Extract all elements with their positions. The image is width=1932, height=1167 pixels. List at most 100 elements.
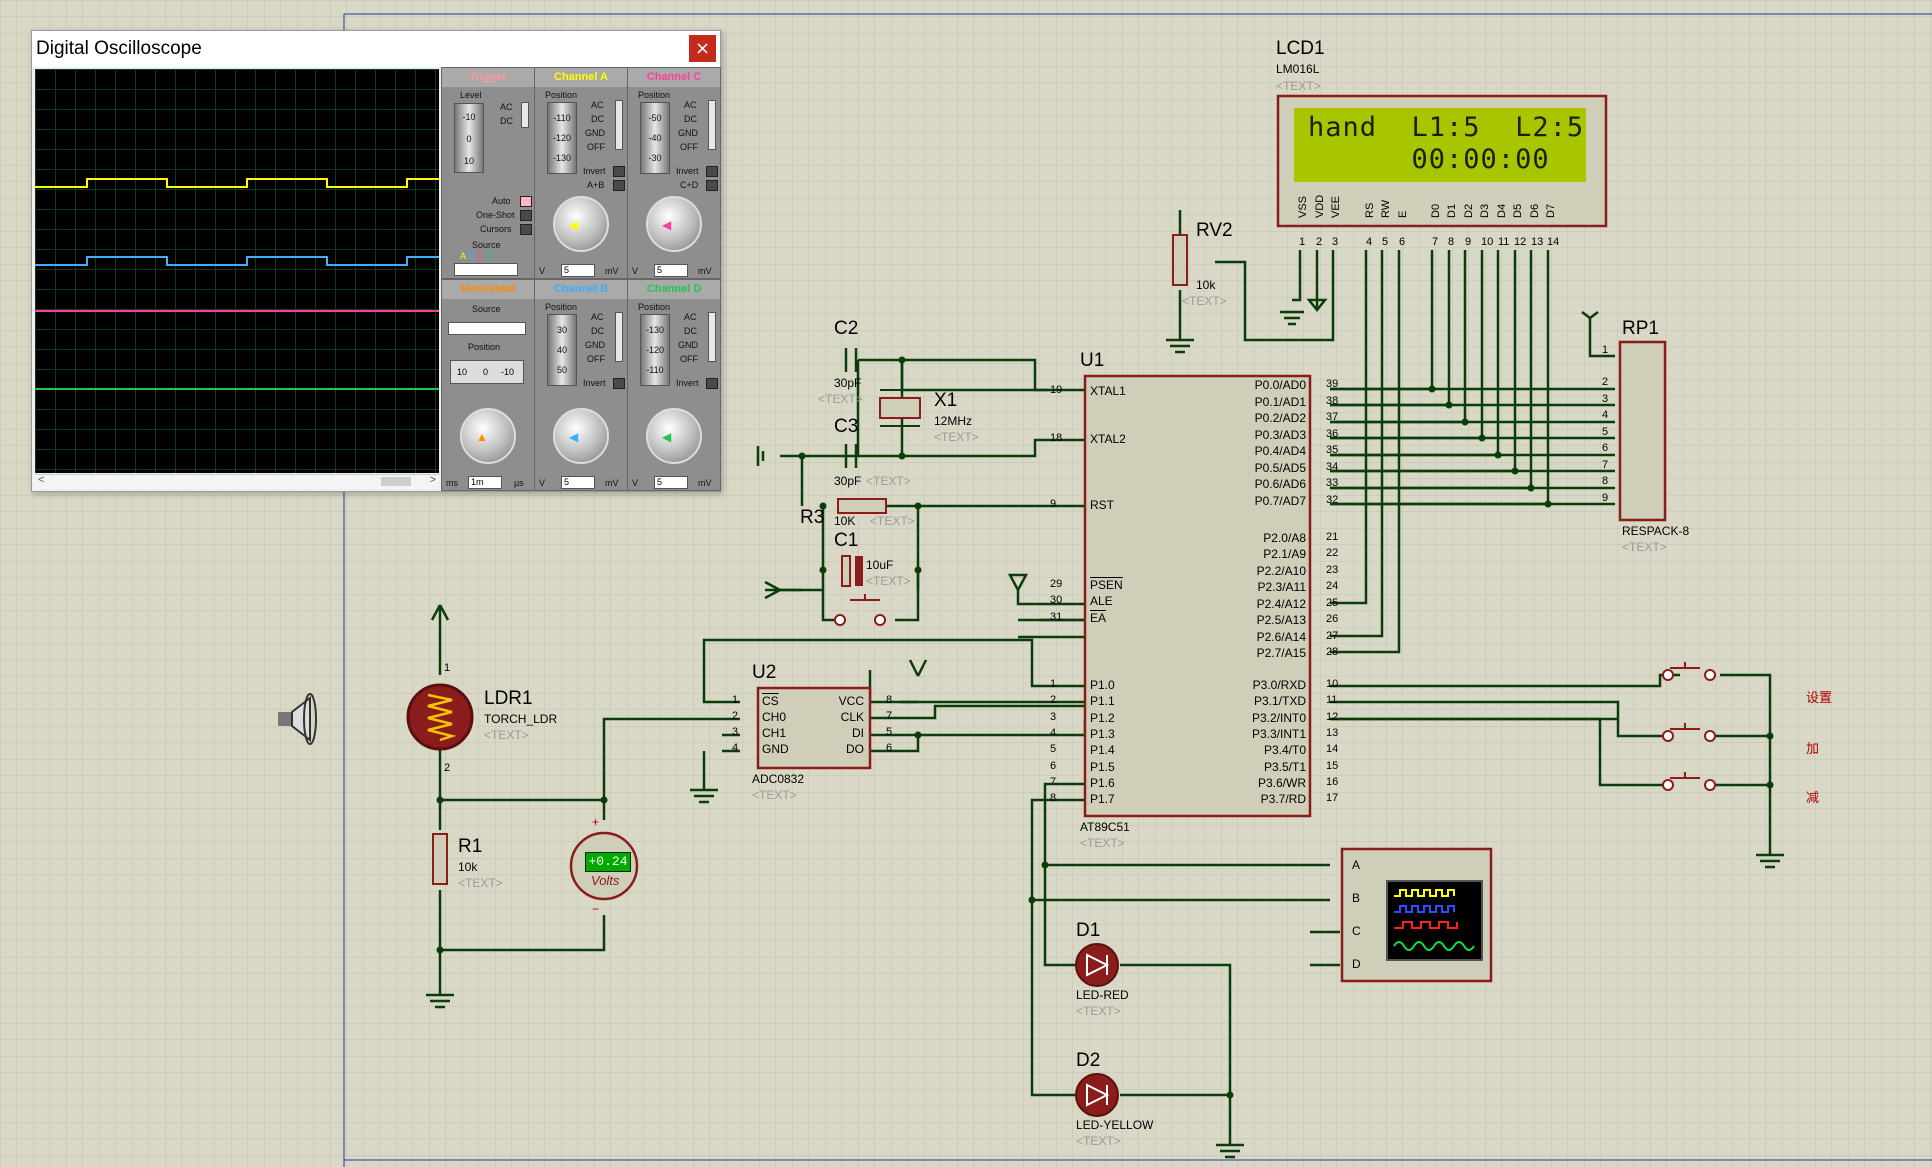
scope-input-label: B: [1352, 891, 1361, 905]
u1-part: AT89C51: [1080, 820, 1130, 834]
channel-a-coupling-switch[interactable]: [615, 100, 623, 150]
oscilloscope-window[interactable]: Digital Oscilloscope × < > Trigger Level…: [31, 30, 721, 492]
u1-pin-name: ALE: [1090, 594, 1113, 608]
u1-pin-number: 17: [1326, 792, 1339, 804]
rp1-part: RESPACK-8: [1622, 524, 1690, 538]
channel-c-gnd[interactable]: GND: [678, 128, 698, 138]
trigger-auto[interactable]: Auto: [492, 196, 511, 206]
channel-b-ac[interactable]: AC: [591, 312, 604, 322]
channel-d-invert-button[interactable]: [706, 378, 718, 389]
trigger-ac[interactable]: AC: [500, 102, 513, 112]
u2-pin-number: 1: [732, 694, 739, 706]
scroll-left-icon[interactable]: <: [38, 474, 44, 486]
channel-c-combo-button[interactable]: [706, 180, 718, 191]
trigger-source-slider[interactable]: [454, 263, 518, 276]
channel-a-off[interactable]: OFF: [587, 142, 605, 152]
u1-pin-number: 37: [1326, 411, 1339, 423]
channel-c-combo-label: C+D: [680, 180, 699, 190]
channel-c-position-slider[interactable]: -50 -40 -30: [640, 102, 670, 174]
u2-pin-number: 6: [886, 742, 893, 754]
channel-a-position-slider[interactable]: -110 -120 -130: [547, 102, 577, 174]
trigger-one-shot[interactable]: One-Shot: [476, 210, 515, 220]
u1-pin-name: P3.4/T0: [1263, 743, 1306, 757]
d1-part: LED-RED: [1076, 988, 1129, 1002]
channel-d-gnd[interactable]: GND: [678, 340, 698, 350]
oscilloscope-titlebar[interactable]: Digital Oscilloscope ×: [32, 31, 720, 67]
horizontal-position-slider[interactable]: 10 0 -10: [450, 360, 524, 384]
scroll-right-icon[interactable]: >: [430, 474, 436, 486]
channel-b-invert-button[interactable]: [613, 378, 625, 389]
channel-a-gain-knob[interactable]: ◀: [553, 196, 609, 252]
channel-a-invert-button[interactable]: [613, 166, 625, 177]
horizontal-source-slider[interactable]: [448, 322, 526, 335]
channel-d-value[interactable]: 5: [654, 476, 688, 489]
rp1-pin-number: 4: [1602, 409, 1609, 421]
u1-pin-number: 31: [1050, 611, 1063, 623]
trigger-level-slider[interactable]: -10 0 10: [454, 103, 484, 173]
one-shot-button[interactable]: [520, 210, 532, 221]
screen-scrollbar[interactable]: < >: [35, 474, 439, 489]
channel-d-position-slider[interactable]: -130 -120 -110: [640, 314, 670, 386]
scrollbar-thumb[interactable]: [381, 477, 411, 486]
channel-c-position-label: Position: [638, 90, 671, 100]
channel-a-ac[interactable]: AC: [591, 100, 604, 110]
channel-a-value[interactable]: 5: [561, 264, 595, 277]
trigger-level-label: Level: [460, 90, 482, 100]
channel-b-off[interactable]: OFF: [587, 354, 605, 364]
u1-pin-name: P3.2/INT0: [1251, 711, 1306, 725]
lcd-pin-name: RS: [1364, 202, 1376, 218]
u1-pin-name: P0.3/AD3: [1254, 428, 1306, 442]
channel-a-combo-button[interactable]: [613, 180, 625, 191]
trigger-dc[interactable]: DC: [500, 116, 513, 126]
channel-b-position-slider[interactable]: 30 40 50: [547, 314, 577, 386]
rp1-pin-number: 2: [1602, 376, 1609, 388]
channel-c-coupling-switch[interactable]: [708, 100, 716, 150]
u1-pin-name: P3.0/RXD: [1252, 678, 1306, 692]
lcd-pin-number: 10: [1481, 236, 1494, 248]
channel-c-value[interactable]: 5: [654, 264, 688, 277]
close-button[interactable]: ×: [689, 35, 716, 62]
channel-b-gain-knob[interactable]: ◀: [553, 408, 609, 464]
u1-pin-number: 15: [1326, 760, 1339, 772]
channel-a-dc[interactable]: DC: [591, 114, 604, 124]
trigger-cursors[interactable]: Cursors: [480, 224, 512, 234]
u1-pin-number: 11: [1326, 694, 1338, 706]
u1-pin-number: 9: [1050, 498, 1057, 510]
channel-b-invert-label: Invert: [583, 378, 606, 388]
u1-pin-number: 18: [1050, 432, 1063, 444]
lcd-pin-name: D4: [1496, 203, 1508, 218]
rp1-pin-number: 9: [1602, 492, 1609, 504]
horizontal-timebase-knob[interactable]: ▲: [460, 408, 516, 464]
cursors-button[interactable]: [520, 224, 532, 235]
channel-d-coupling-switch[interactable]: [708, 312, 716, 362]
c1-ref: C1: [834, 530, 859, 551]
channel-c-invert-button[interactable]: [706, 166, 718, 177]
channel-c-gain-knob[interactable]: ◀: [646, 196, 702, 252]
u1-pin-number: 13: [1326, 727, 1339, 739]
channel-d-ac[interactable]: AC: [684, 312, 697, 322]
channel-c-ac[interactable]: AC: [684, 100, 697, 110]
channel-d-invert-label: Invert: [676, 378, 699, 388]
channel-b-coupling-switch[interactable]: [615, 312, 623, 362]
lcd-pin-name: RW: [1380, 199, 1392, 218]
channel-c-dc[interactable]: DC: [684, 114, 697, 124]
lcd-pin-number: 1: [1299, 236, 1306, 248]
channel-b-gnd[interactable]: GND: [585, 340, 605, 350]
u1-pin-name: P0.6/AD6: [1254, 477, 1306, 491]
auto-button[interactable]: [520, 196, 532, 207]
channel-b-dc[interactable]: DC: [591, 326, 604, 336]
horizontal-value[interactable]: 1m: [468, 476, 502, 489]
c2-ref: C2: [834, 318, 859, 339]
channel-b-value[interactable]: 5: [561, 476, 595, 489]
rp1-pin-number: 7: [1602, 459, 1609, 471]
lcd-pin-name: D6: [1529, 203, 1541, 218]
channel-d-gain-knob[interactable]: ◀: [646, 408, 702, 464]
channel-d-off[interactable]: OFF: [680, 354, 698, 364]
ldr1-ref: LDR1: [484, 688, 533, 709]
channel-c-off[interactable]: OFF: [680, 142, 698, 152]
lcd-pin-name: D0: [1430, 203, 1442, 218]
channel-d-dc[interactable]: DC: [684, 326, 697, 336]
trigger-coupling-switch[interactable]: [521, 102, 529, 128]
channel-c-title: Channel C: [628, 68, 720, 87]
channel-a-gnd[interactable]: GND: [585, 128, 605, 138]
